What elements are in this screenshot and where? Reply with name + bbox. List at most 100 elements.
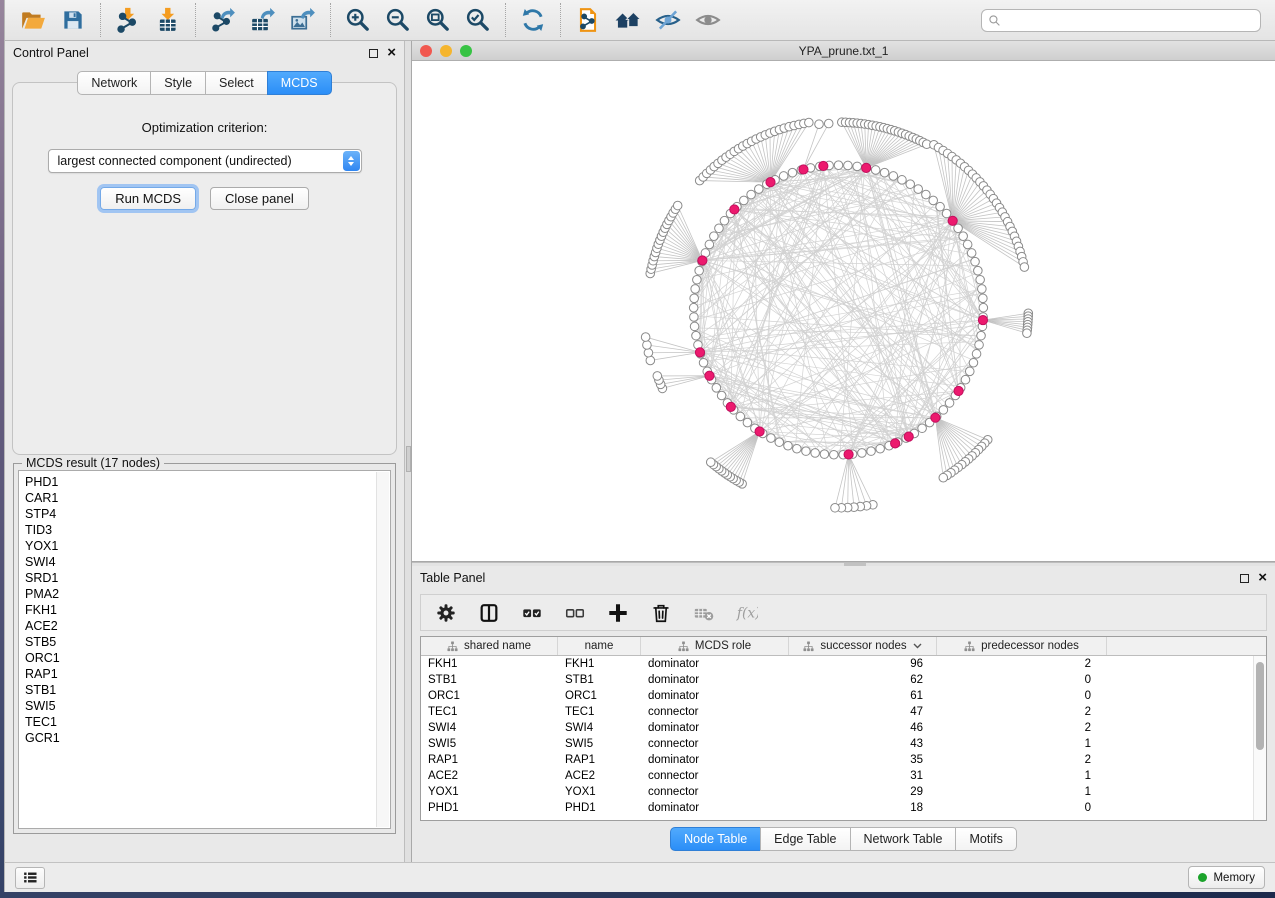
zoom-out-button[interactable] [378, 3, 418, 37]
splitter-grip[interactable] [406, 446, 411, 472]
splitter-grip[interactable] [844, 563, 866, 566]
table-row[interactable]: FKH1FKH1dominator962 [421, 656, 1266, 672]
hide-graphics-details-button[interactable] [648, 3, 688, 37]
memory-button[interactable]: Memory [1188, 866, 1265, 889]
mcds-result-item[interactable]: CAR1 [25, 490, 390, 506]
export-table-button[interactable] [243, 3, 283, 37]
cell-predecessor_nodes: 2 [937, 754, 1107, 766]
network-graph[interactable] [412, 61, 1275, 561]
save-session-button[interactable] [53, 3, 93, 37]
mcds-result-item[interactable]: PMA2 [25, 586, 390, 602]
search-input[interactable] [1006, 13, 1254, 27]
cell-mcds_role: connector [641, 770, 789, 782]
table-row[interactable]: YOX1YOX1connector291 [421, 784, 1266, 800]
mcds-result-item[interactable]: TID3 [25, 522, 390, 538]
tab-style[interactable]: Style [150, 71, 206, 95]
zoom-out-icon [385, 7, 411, 33]
mcds-result-list[interactable]: PHD1CAR1STP4TID3YOX1SWI4SRD1PMA2FKH1ACE2… [18, 470, 391, 829]
table-row[interactable]: STB1STB1dominator620 [421, 672, 1266, 688]
zoom-in-button[interactable] [338, 3, 378, 37]
column-label: name [585, 640, 614, 652]
table-row[interactable]: ACE2ACE2connector311 [421, 768, 1266, 784]
mcds-result-item[interactable]: SWI5 [25, 698, 390, 714]
column-header-name[interactable]: name [558, 637, 641, 655]
tab-select[interactable]: Select [205, 71, 268, 95]
network-canvas[interactable] [412, 61, 1275, 561]
column-header-predecessor-nodes[interactable]: predecessor nodes [937, 637, 1107, 655]
horizontal-splitter[interactable] [412, 562, 1275, 566]
column-header-shared-name[interactable]: shared name [421, 637, 558, 655]
tab-node-table[interactable]: Node Table [670, 827, 761, 851]
mcds-list-scrollbar[interactable] [376, 472, 389, 827]
control-panel: Control Panel × NetworkStyleSelectMCDS O… [5, 41, 404, 862]
tab-network-table[interactable]: Network Table [850, 827, 957, 851]
home-button[interactable] [608, 3, 648, 37]
column-header-successor-nodes[interactable]: successor nodes [789, 637, 937, 655]
mcds-result-item[interactable]: STB5 [25, 634, 390, 650]
search-box[interactable] [981, 9, 1261, 32]
run-mcds-button[interactable]: Run MCDS [100, 187, 196, 210]
export-image-button[interactable] [283, 3, 323, 37]
import-network-button[interactable] [108, 3, 148, 37]
vertical-splitter[interactable] [404, 41, 412, 862]
zoom-selected-button[interactable] [458, 3, 498, 37]
cell-mcds_role: dominator [641, 690, 789, 702]
select-all-button[interactable] [519, 600, 545, 626]
tab-mcds[interactable]: MCDS [267, 71, 332, 95]
table-scrollbar[interactable] [1253, 656, 1266, 820]
network-from-selection-button[interactable] [568, 3, 608, 37]
cell-name: TEC1 [558, 706, 641, 718]
deselect-all-button[interactable] [562, 600, 588, 626]
function-builder-button[interactable]: f(x) [734, 600, 760, 626]
mcds-result-item[interactable]: RAP1 [25, 666, 390, 682]
criterion-dropdown[interactable]: largest connected component (undirected) [48, 149, 362, 173]
mcds-result-item[interactable]: GCR1 [25, 730, 390, 746]
table-row[interactable]: ORC1ORC1dominator610 [421, 688, 1266, 704]
mcds-result-item[interactable]: ORC1 [25, 650, 390, 666]
table-row[interactable]: PHD1PHD1dominator180 [421, 800, 1266, 816]
delete-row-button[interactable] [648, 600, 674, 626]
mcds-result-item[interactable]: ACE2 [25, 618, 390, 634]
mcds-result-item[interactable]: TEC1 [25, 714, 390, 730]
folder-open-button[interactable] [13, 3, 53, 37]
table-row[interactable]: SWI4SWI4dominator462 [421, 720, 1266, 736]
mcds-result-item[interactable]: STB1 [25, 682, 390, 698]
float-panel-icon[interactable] [1240, 574, 1249, 583]
cell-shared_name: TEC1 [421, 706, 558, 718]
table-row[interactable]: TEC1TEC1connector472 [421, 704, 1266, 720]
settings-gear-icon [435, 602, 457, 624]
delete-table-button[interactable] [691, 600, 717, 626]
tab-motifs[interactable]: Motifs [955, 827, 1016, 851]
import-table-icon [155, 7, 181, 33]
close-panel-icon[interactable]: × [387, 48, 396, 58]
mcds-result-item[interactable]: STP4 [25, 506, 390, 522]
mcds-result-item[interactable]: PHD1 [25, 474, 390, 490]
show-graphics-details-button[interactable] [688, 3, 728, 37]
column-header-filler [1107, 637, 1266, 655]
table-scrollbar-thumb[interactable] [1256, 662, 1264, 750]
tab-network[interactable]: Network [77, 71, 151, 95]
zoom-selected-icon [465, 7, 491, 33]
column-header-MCDS-role[interactable]: MCDS role [641, 637, 789, 655]
node-table: shared name name MCDS rolesuccessor nodesp… [420, 636, 1267, 821]
close-panel-icon[interactable]: × [1258, 573, 1267, 583]
mcds-result-item[interactable]: SWI4 [25, 554, 390, 570]
mcds-result-item[interactable]: SRD1 [25, 570, 390, 586]
column-label: shared name [464, 640, 531, 652]
import-table-button[interactable] [148, 3, 188, 37]
apply-layout-button[interactable] [513, 3, 553, 37]
table-row[interactable]: SWI5SWI5connector431 [421, 736, 1266, 752]
export-network-button[interactable] [203, 3, 243, 37]
show-columns-button[interactable] [476, 600, 502, 626]
add-row-button[interactable] [605, 600, 631, 626]
float-panel-icon[interactable] [369, 49, 378, 58]
task-history-button[interactable] [15, 867, 45, 889]
export-image-icon [290, 7, 316, 33]
zoom-fit-button[interactable] [418, 3, 458, 37]
tab-edge-table[interactable]: Edge Table [760, 827, 850, 851]
mcds-result-item[interactable]: YOX1 [25, 538, 390, 554]
settings-gear-button[interactable] [433, 600, 459, 626]
mcds-result-item[interactable]: FKH1 [25, 602, 390, 618]
table-row[interactable]: RAP1RAP1dominator352 [421, 752, 1266, 768]
close-panel-button[interactable]: Close panel [210, 187, 309, 210]
